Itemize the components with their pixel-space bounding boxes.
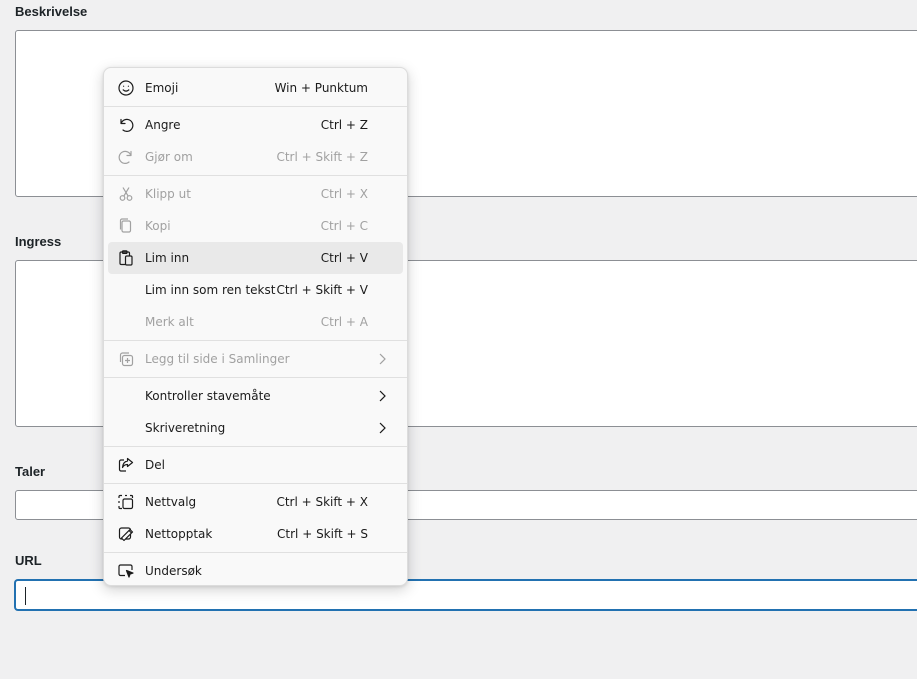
menu-item-copy[interactable]: Kopi Ctrl + C — [108, 210, 403, 242]
menu-divider — [104, 446, 407, 447]
menu-item-label: Emoji — [145, 81, 179, 95]
menu-item-paste[interactable]: Lim inn Ctrl + V — [108, 242, 403, 274]
menu-item-redo[interactable]: Gjør om Ctrl + Skift + Z — [108, 141, 403, 173]
description-label: Beskrivelse — [15, 4, 88, 19]
menu-item-shortcut: Ctrl + C — [320, 219, 368, 233]
menu-divider — [104, 106, 407, 107]
menu-item-label: Legg til side i Samlinger — [145, 352, 290, 366]
menu-divider — [104, 552, 407, 553]
menu-item-web-select[interactable]: Nettvalg Ctrl + Skift + X — [108, 486, 403, 518]
menu-item-label: Del — [145, 458, 165, 472]
menu-item-label: Lim inn som ren tekst — [145, 283, 276, 297]
menu-item-shortcut: Ctrl + Skift + X — [276, 495, 368, 509]
menu-item-shortcut: Ctrl + Z — [320, 118, 368, 132]
chevron-right-icon — [377, 352, 387, 366]
menu-item-shortcut: Ctrl + V — [320, 251, 368, 265]
chevron-right-icon — [377, 421, 387, 435]
emoji-icon — [117, 79, 135, 97]
menu-item-add-to-collections[interactable]: Legg til side i Samlinger — [108, 343, 403, 375]
menu-item-emoji[interactable]: Emoji Win + Punktum — [108, 72, 403, 104]
menu-divider — [104, 377, 407, 378]
inspect-icon — [117, 562, 135, 580]
context-menu: Emoji Win + Punktum Angre Ctrl + Z Gjør … — [103, 67, 408, 586]
web-select-icon — [117, 493, 135, 511]
menu-item-inspect[interactable]: Undersøk — [108, 555, 403, 587]
menu-item-shortcut: Ctrl + Skift + V — [276, 283, 368, 297]
menu-item-paste-plain-text[interactable]: Lim inn som ren tekst Ctrl + Skift + V — [108, 274, 403, 306]
redo-icon — [117, 148, 135, 166]
chevron-right-icon — [377, 389, 387, 403]
collections-add-icon — [117, 350, 135, 368]
menu-item-label: Gjør om — [145, 150, 193, 164]
menu-item-writing-direction[interactable]: Skriveretning — [108, 412, 403, 444]
menu-item-label: Kontroller stavemåte — [145, 389, 271, 403]
menu-divider — [104, 340, 407, 341]
menu-item-share[interactable]: Del — [108, 449, 403, 481]
menu-item-label: Klipp ut — [145, 187, 191, 201]
menu-item-label: Lim inn — [145, 251, 190, 265]
menu-item-spellcheck[interactable]: Kontroller stavemåte — [108, 380, 403, 412]
undo-icon — [117, 116, 135, 134]
menu-divider — [104, 483, 407, 484]
menu-item-label: Nettopptak — [145, 527, 213, 541]
menu-item-undo[interactable]: Angre Ctrl + Z — [108, 109, 403, 141]
menu-item-label: Merk alt — [145, 315, 194, 329]
url-label: URL — [15, 553, 42, 568]
menu-item-shortcut: Win + Punktum — [274, 81, 368, 95]
menu-item-shortcut: Ctrl + A — [320, 315, 368, 329]
ingress-label: Ingress — [15, 234, 62, 249]
menu-item-label: Kopi — [145, 219, 171, 233]
menu-item-shortcut: Ctrl + X — [320, 187, 368, 201]
menu-item-cut[interactable]: Klipp ut Ctrl + X — [108, 178, 403, 210]
paste-icon — [117, 249, 135, 267]
menu-item-web-capture[interactable]: Nettopptak Ctrl + Skift + S — [108, 518, 403, 550]
menu-item-label: Angre — [145, 118, 181, 132]
share-icon — [117, 456, 135, 474]
copy-icon — [117, 217, 135, 235]
menu-item-label: Nettvalg — [145, 495, 197, 509]
speaker-label: Taler — [15, 464, 46, 479]
web-capture-icon — [117, 525, 135, 543]
menu-item-shortcut: Ctrl + Skift + S — [277, 527, 368, 541]
text-caret — [25, 587, 26, 605]
menu-item-label: Skriveretning — [145, 421, 226, 435]
menu-item-select-all[interactable]: Merk alt Ctrl + A — [108, 306, 403, 338]
scissors-icon — [117, 185, 135, 203]
menu-divider — [104, 175, 407, 176]
menu-item-shortcut: Ctrl + Skift + Z — [276, 150, 368, 164]
menu-item-label: Undersøk — [145, 564, 202, 578]
